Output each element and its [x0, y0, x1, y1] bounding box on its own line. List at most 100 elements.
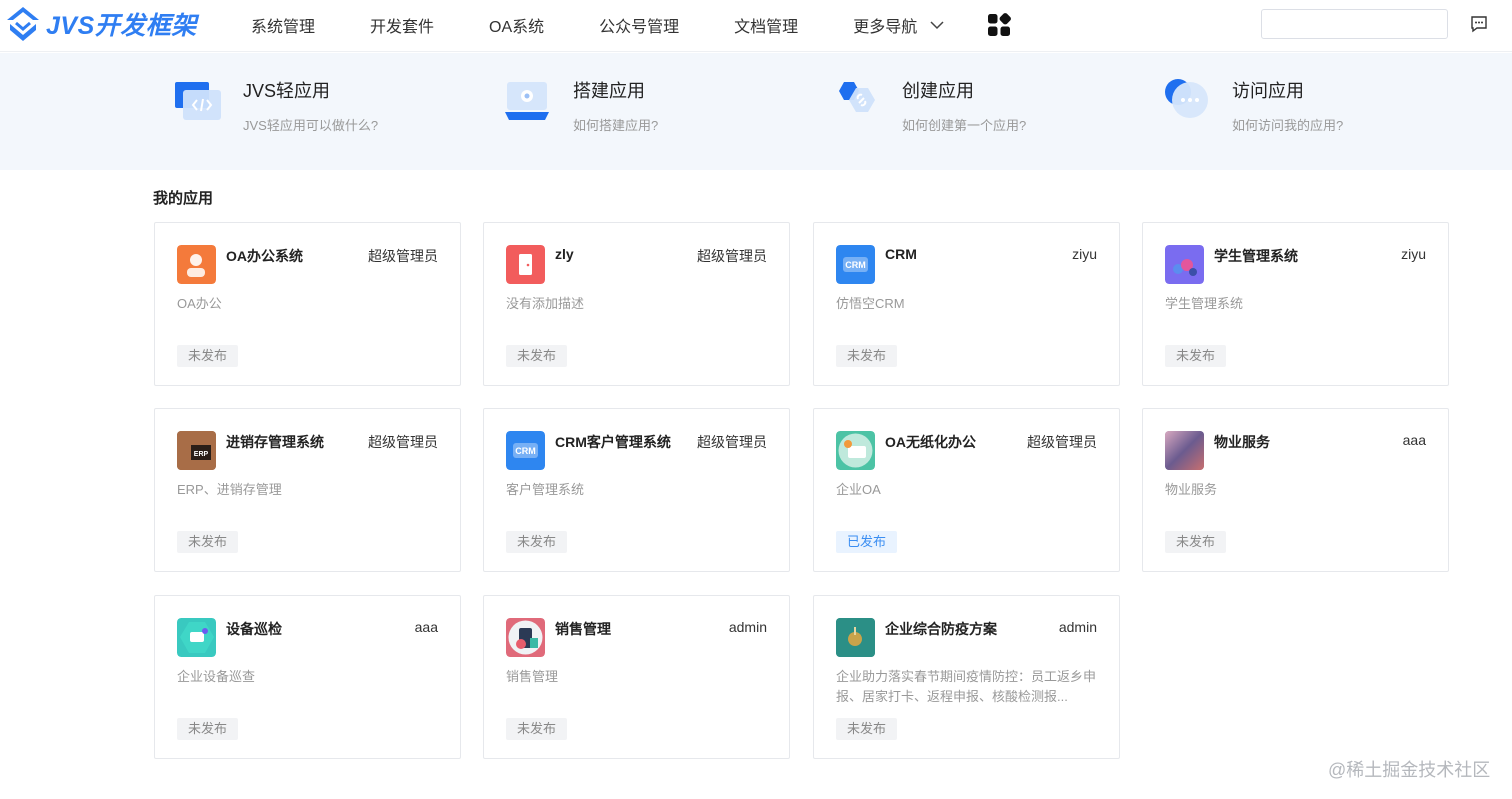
app-name: 进销存管理系统 — [226, 434, 324, 450]
app-card[interactable]: 销售管理 admin 销售管理未发布 — [483, 595, 790, 759]
feature-title: 搭建应用 — [573, 81, 645, 101]
nav-item-dev-kit[interactable]: 开发套件 — [370, 13, 434, 37]
app-owner: aaa — [1402, 432, 1426, 448]
feature-band: JVS轻应用 JVS轻应用可以做什么? 搭建应用 如何搭建应用? 创建应用 如何… — [0, 53, 1512, 170]
status-badge: 未发布 — [1165, 345, 1227, 367]
nav-item-label: OA系统 — [489, 19, 545, 36]
app-owner: ziyu — [1072, 246, 1097, 262]
app-description: 仿悟空CRM — [836, 296, 905, 311]
brand-logo-icon — [7, 7, 39, 41]
nav-item-system[interactable]: 系统管理 — [251, 13, 315, 37]
nav-item-docs[interactable]: 文档管理 — [734, 13, 798, 37]
app-name: 企业综合防疫方案 — [885, 621, 997, 637]
app-owner: 超级管理员 — [697, 434, 767, 450]
nav-item-label: 系统管理 — [251, 19, 316, 36]
nav-item-label: 公众号管理 — [599, 19, 680, 36]
app-card[interactable]: CRM CRM客户管理系统 超级管理员客户管理系统未发布 — [483, 408, 790, 572]
app-card[interactable]: 设备巡检 aaa 企业设备巡查未发布 — [154, 595, 461, 759]
nav-item-wechat[interactable]: 公众号管理 — [599, 13, 679, 37]
app-card[interactable]: OA无纸化办公 超级管理员 企业OA 已发布 — [813, 408, 1120, 572]
app-icon — [836, 618, 875, 657]
app-description: ERP、进销存管理 — [177, 482, 282, 497]
message-icon[interactable] — [1470, 15, 1488, 33]
app-name: 销售管理 — [555, 621, 611, 637]
app-card[interactable]: zly 超级管理员 没有添加描述 未发布 — [483, 222, 790, 386]
app-icon: CRM — [836, 245, 875, 284]
top-nav-bar: JVS开发框架 系统管理 开发套件 OA系统 公众号管理 文档管理 更多导航 — [0, 0, 1512, 52]
app-name: zly — [555, 246, 574, 262]
app-name: 设备巡检 — [226, 621, 282, 637]
status-badge: 未发布 — [177, 718, 239, 740]
app-owner: 超级管理员 — [368, 434, 438, 450]
status-badge: 未发布 — [836, 345, 898, 367]
section-title-my-apps: 我的应用 — [153, 190, 214, 207]
nav-item-oa[interactable]: OA系统 — [489, 13, 544, 37]
code-window-icon — [175, 82, 221, 120]
app-owner: aaa — [414, 619, 438, 635]
status-badge: 已发布 — [836, 531, 898, 553]
app-icon — [836, 431, 875, 470]
svg-text:CRM: CRM — [845, 260, 866, 270]
app-name: OA无纸化办公 — [885, 434, 976, 450]
app-card[interactable]: CRM CRM ziyu 仿悟空CRM 未发布 — [813, 222, 1120, 386]
nav-item-label: 开发套件 — [370, 19, 435, 36]
app-name: 物业服务 — [1214, 434, 1270, 450]
app-icon — [506, 618, 545, 657]
status-badge: 未发布 — [506, 345, 568, 367]
app-icon — [1165, 431, 1204, 470]
feature-title: 创建应用 — [902, 81, 974, 101]
status-badge: 未发布 — [506, 531, 568, 553]
feature-access-app[interactable]: 访问应用 如何访问我的应用? — [1164, 53, 1464, 170]
brand-logo-text: JVS开发框架 — [46, 12, 197, 40]
app-card[interactable]: 物业服务 aaa 物业服务未发布 — [1142, 408, 1449, 572]
brand-logo[interactable]: JVS开发框架 — [4, 4, 197, 44]
app-icon — [177, 618, 216, 657]
app-description: OA办公 — [177, 296, 222, 311]
app-card[interactable]: 企业综合防疫方案 admin 企业助力落实春节期间疫情防控：员工返乡申报、居家打卡、… — [813, 595, 1120, 759]
feature-create-app[interactable]: 创建应用 如何创建第一个应用? — [834, 53, 1134, 170]
svg-text:ERP: ERP — [194, 451, 209, 458]
app-description: 企业OA — [836, 482, 881, 497]
feature-build-app[interactable]: 搭建应用 如何搭建应用? — [505, 53, 805, 170]
app-name: CRM客户管理系统 — [555, 434, 671, 450]
status-badge: 未发布 — [177, 531, 239, 553]
app-icon — [1165, 245, 1204, 284]
grid-apps-icon[interactable] — [987, 13, 1011, 37]
app-card[interactable]: ERP 进销存管理系统 超级管理员 ERP、进销存管理未发布 — [154, 408, 461, 572]
status-badge: 未发布 — [506, 718, 568, 740]
app-icon — [177, 245, 216, 284]
chat-dots-icon — [1165, 79, 1208, 118]
feature-subtitle: 如何访问我的应用? — [1232, 118, 1344, 133]
app-description: 客户管理系统 — [506, 482, 585, 497]
status-badge: 未发布 — [177, 345, 239, 367]
app-description: 物业服务 — [1165, 482, 1218, 497]
search-input[interactable] — [1261, 9, 1448, 39]
app-owner: ziyu — [1401, 246, 1426, 262]
app-name: CRM — [885, 246, 917, 262]
status-badge: 未发布 — [1165, 531, 1227, 553]
app-description: 企业助力落实春节期间疫情防控：员工返乡申报、居家打卡、返程申报、核酸检测报... — [836, 669, 1097, 704]
app-owner: 超级管理员 — [368, 248, 438, 264]
app-icon: ERP — [177, 431, 216, 470]
main-nav: 系统管理 开发套件 OA系统 公众号管理 文档管理 更多导航 — [230, 0, 1000, 50]
nav-item-label: 文档管理 — [734, 19, 799, 36]
nav-item-label: 更多导航 — [853, 19, 918, 36]
app-card[interactable]: 学生管理系统 ziyu 学生管理系统 未发布 — [1142, 222, 1449, 386]
app-icon: CRM — [506, 431, 545, 470]
app-owner: admin — [728, 619, 767, 635]
app-description: 学生管理系统 — [1165, 296, 1244, 311]
app-icon — [506, 245, 545, 284]
svg-text:CRM: CRM — [515, 446, 536, 456]
watermark: @稀土掘金技术社区 — [1328, 760, 1491, 780]
feature-title: 访问应用 — [1232, 81, 1304, 101]
app-description: 企业设备巡查 — [177, 669, 256, 684]
feature-subtitle: 如何搭建应用? — [573, 118, 659, 133]
app-description: 销售管理 — [506, 669, 559, 684]
feature-jvs-light-app[interactable]: JVS轻应用 JVS轻应用可以做什么? — [175, 53, 475, 170]
app-card[interactable]: OA办公系统 超级管理员 OA办公未发布 — [154, 222, 461, 386]
status-badge: 未发布 — [836, 718, 898, 740]
app-name: OA办公系统 — [226, 248, 303, 264]
feature-subtitle: JVS轻应用可以做什么? — [243, 118, 379, 133]
nav-item-more[interactable]: 更多导航 — [853, 13, 945, 37]
feature-title: JVS轻应用 — [243, 81, 331, 101]
